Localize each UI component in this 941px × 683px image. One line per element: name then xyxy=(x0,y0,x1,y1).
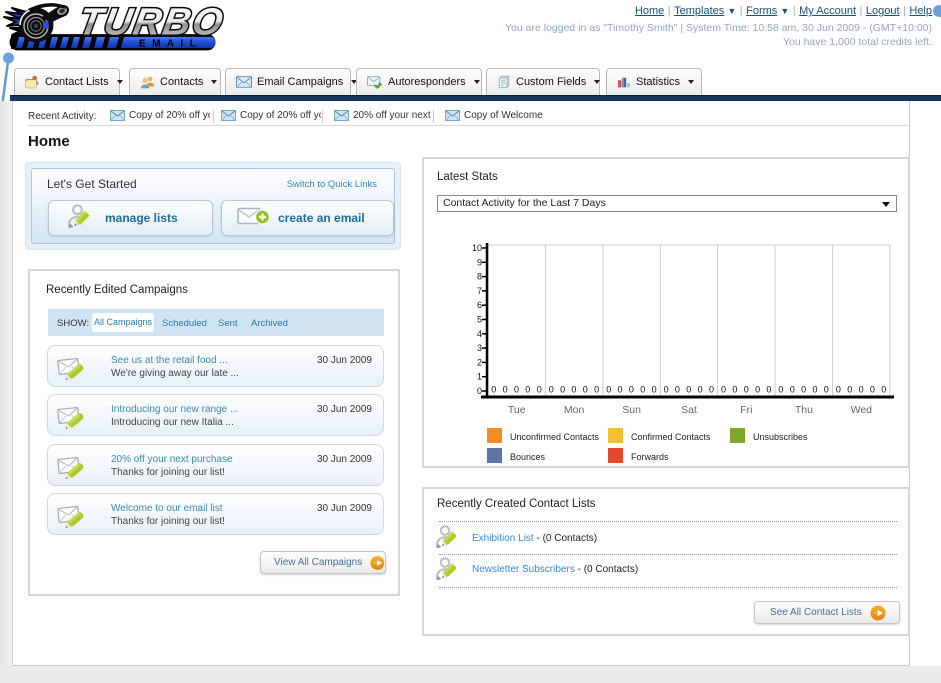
svg-text:Forwards: Forwards xyxy=(631,452,669,462)
svg-text:0: 0 xyxy=(594,385,599,395)
svg-text:0: 0 xyxy=(801,385,806,395)
svg-text:9: 9 xyxy=(477,257,482,267)
svg-text:0: 0 xyxy=(755,385,760,395)
svg-text:0: 0 xyxy=(664,385,669,395)
svg-text:0: 0 xyxy=(629,385,634,395)
svg-text:Thu: Thu xyxy=(795,404,813,416)
svg-text:3: 3 xyxy=(477,343,482,353)
svg-text:0: 0 xyxy=(477,386,482,396)
svg-text:Fri: Fri xyxy=(740,404,752,416)
svg-text:0: 0 xyxy=(870,385,875,395)
svg-text:0: 0 xyxy=(709,385,714,395)
svg-text:10: 10 xyxy=(472,243,482,253)
svg-text:0: 0 xyxy=(847,385,852,395)
svg-text:1: 1 xyxy=(477,372,482,382)
svg-text:Confirmed Contacts: Confirmed Contacts xyxy=(631,432,711,442)
svg-text:0: 0 xyxy=(824,385,829,395)
svg-text:Tue: Tue xyxy=(508,404,526,416)
svg-text:0: 0 xyxy=(744,385,749,395)
svg-text:Sun: Sun xyxy=(622,404,641,416)
svg-text:0: 0 xyxy=(732,385,737,395)
svg-text:5: 5 xyxy=(477,315,482,325)
svg-text:0: 0 xyxy=(675,385,680,395)
svg-text:4: 4 xyxy=(477,329,482,339)
svg-text:0: 0 xyxy=(881,385,886,395)
svg-text:0: 0 xyxy=(491,385,496,395)
svg-text:0: 0 xyxy=(640,385,645,395)
svg-text:0: 0 xyxy=(606,385,611,395)
svg-text:TURBO: TURBO xyxy=(75,1,228,44)
svg-text:0: 0 xyxy=(790,385,795,395)
svg-text:2: 2 xyxy=(477,357,482,367)
svg-text:0: 0 xyxy=(698,385,703,395)
svg-text:Unconfirmed Contacts: Unconfirmed Contacts xyxy=(510,432,600,442)
svg-text:0: 0 xyxy=(812,385,817,395)
svg-text:0: 0 xyxy=(686,385,691,395)
svg-text:7: 7 xyxy=(477,286,482,296)
svg-text:8: 8 xyxy=(477,272,482,282)
svg-text:Unsubscribes: Unsubscribes xyxy=(753,432,808,442)
svg-text:0: 0 xyxy=(503,385,508,395)
svg-text:0: 0 xyxy=(583,385,588,395)
svg-text:0: 0 xyxy=(525,385,530,395)
svg-text:0: 0 xyxy=(560,385,565,395)
svg-text:0: 0 xyxy=(617,385,622,395)
svg-text:0: 0 xyxy=(652,385,657,395)
svg-text:0: 0 xyxy=(721,385,726,395)
svg-text:0: 0 xyxy=(766,385,771,395)
svg-text:Mon: Mon xyxy=(564,404,585,416)
svg-text:Sat: Sat xyxy=(681,404,697,416)
svg-text:0: 0 xyxy=(514,385,519,395)
svg-text:0: 0 xyxy=(571,385,576,395)
svg-text:Wed: Wed xyxy=(851,404,873,416)
svg-text:6: 6 xyxy=(477,300,482,310)
svg-text:0: 0 xyxy=(836,385,841,395)
svg-text:0: 0 xyxy=(859,385,864,395)
svg-text:Bounces: Bounces xyxy=(510,452,546,462)
svg-text:0: 0 xyxy=(778,385,783,395)
svg-text:0: 0 xyxy=(537,385,542,395)
svg-text:0: 0 xyxy=(549,385,554,395)
